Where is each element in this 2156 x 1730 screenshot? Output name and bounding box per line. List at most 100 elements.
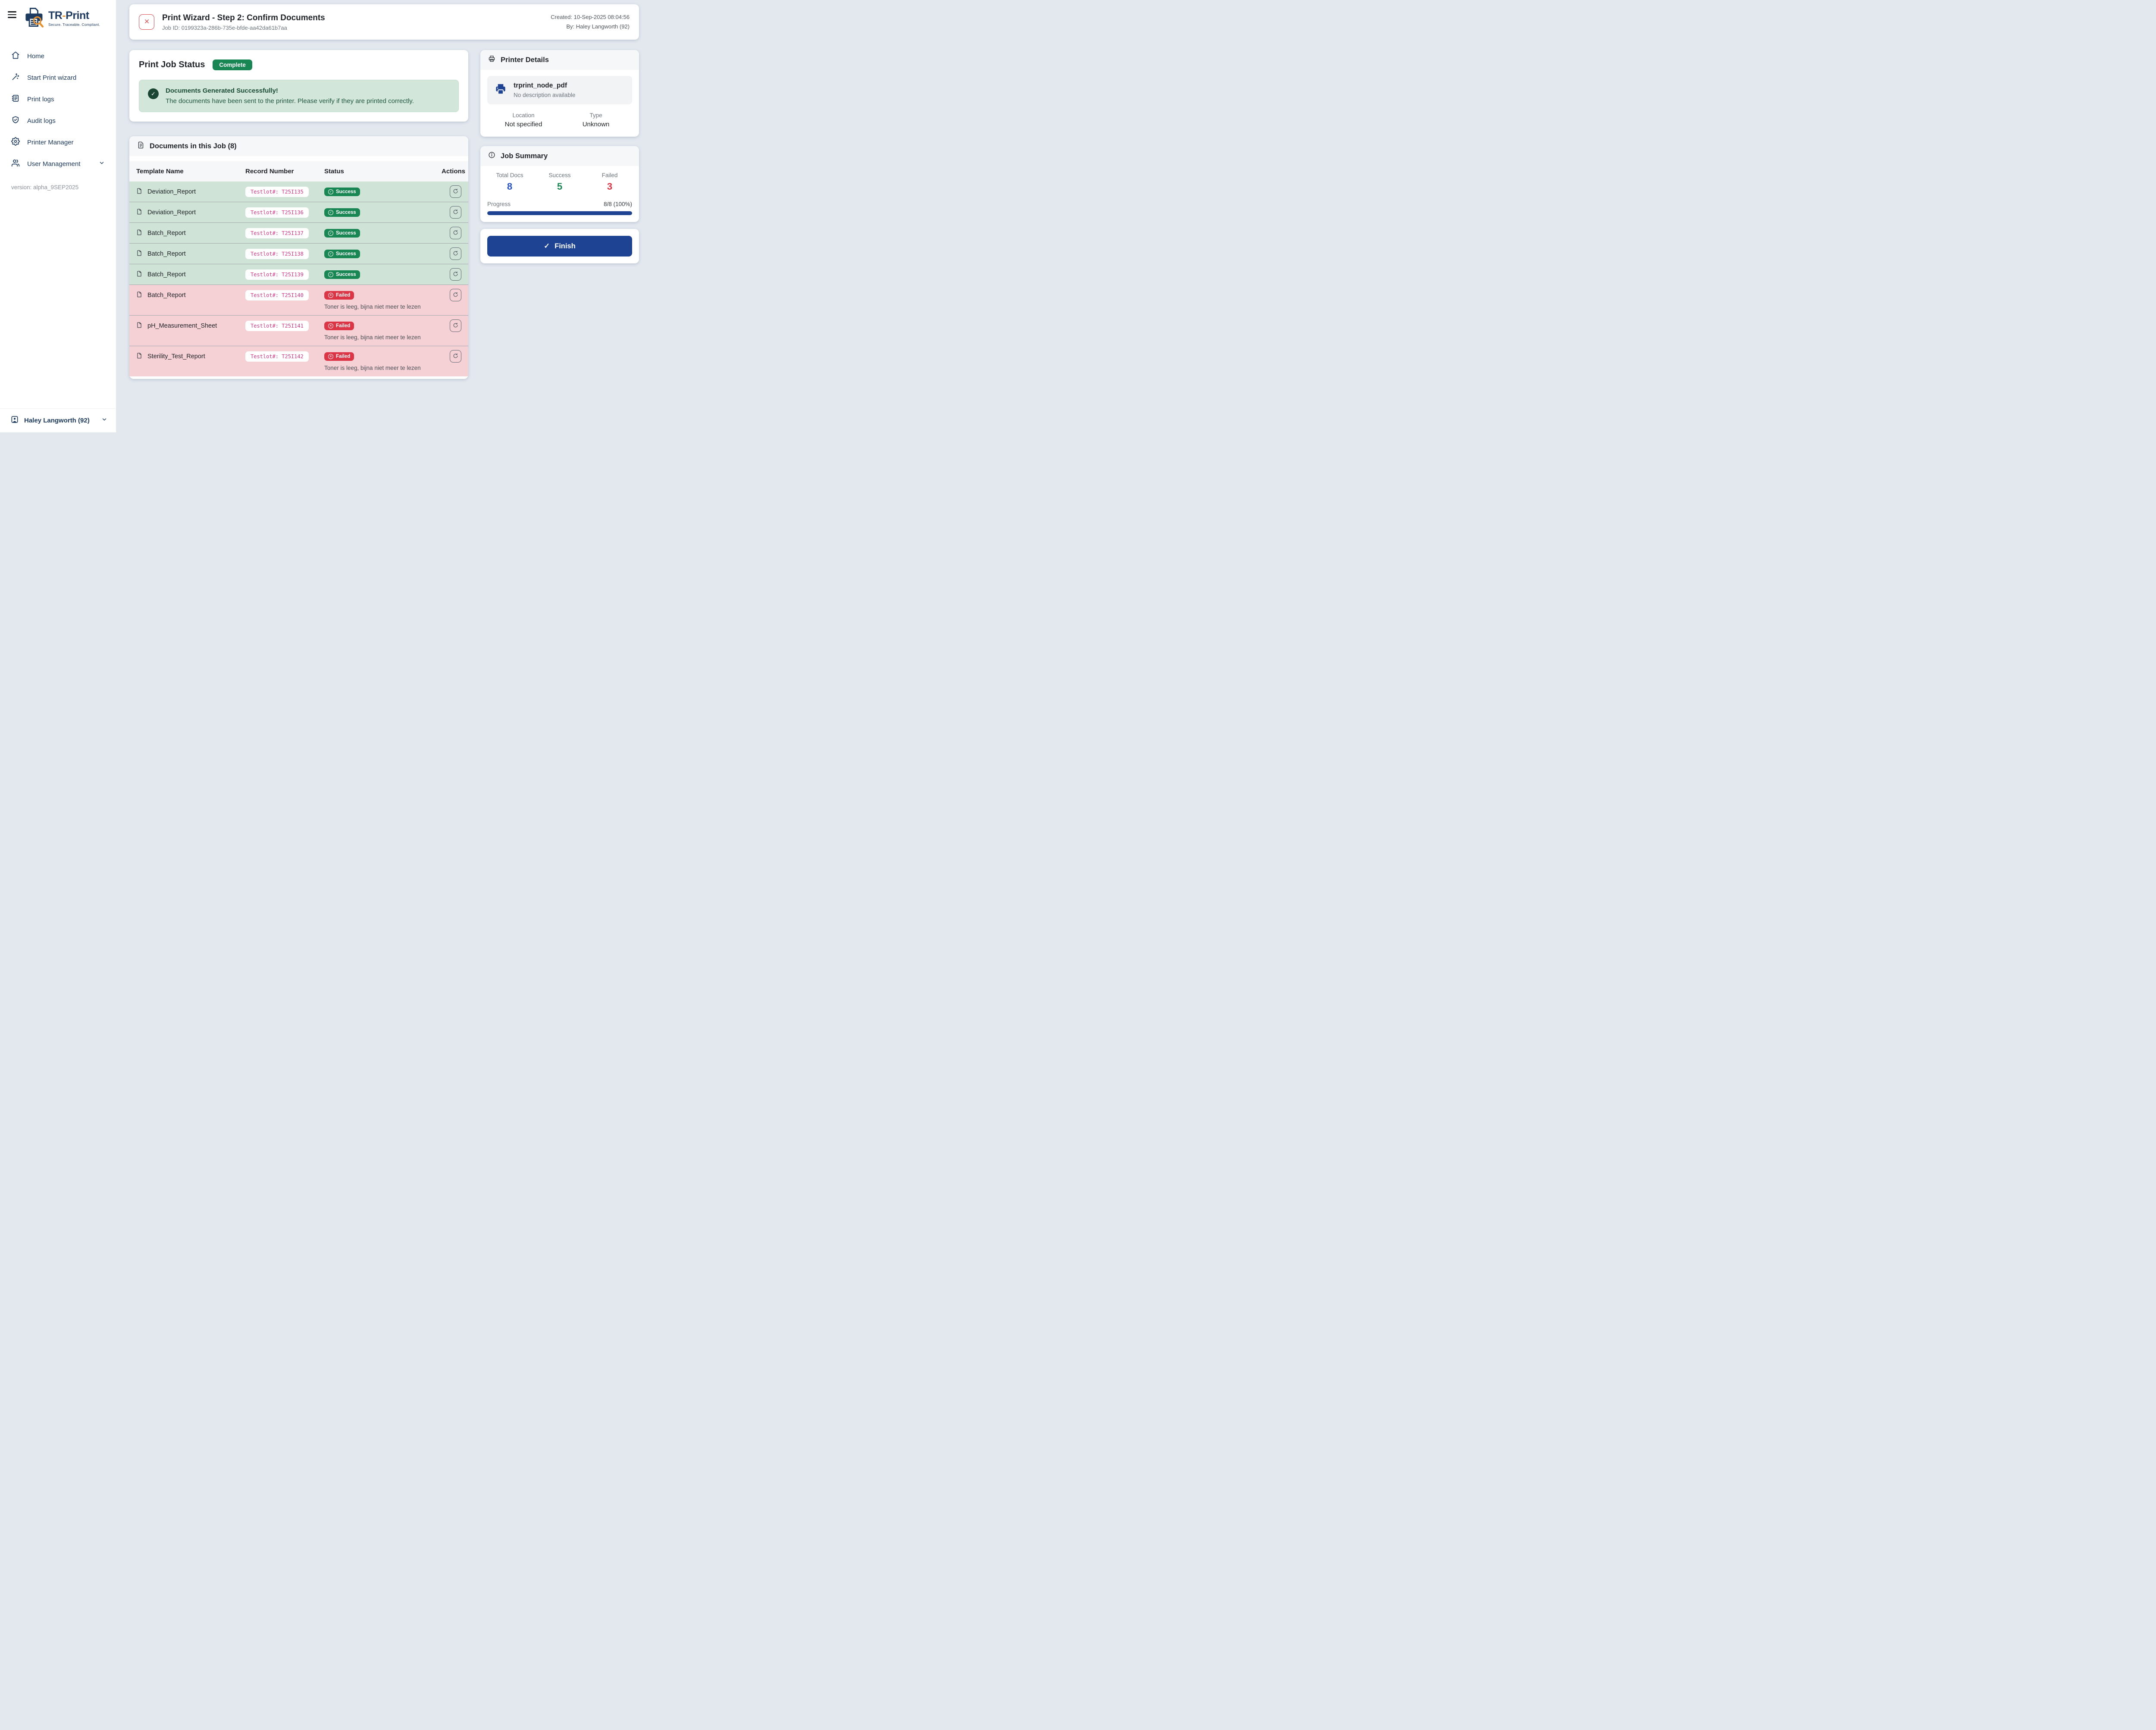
- actions-cell: [442, 289, 461, 301]
- progress-bar-fill: [487, 211, 632, 215]
- template-name-cell: Batch_Report: [136, 229, 245, 238]
- finish-button[interactable]: ✓ Finish: [487, 236, 632, 257]
- finish-card: ✓ Finish: [480, 229, 639, 263]
- version-label: version: alpha_9SEP2025: [0, 175, 116, 200]
- actions-cell: [442, 185, 461, 198]
- user-menu[interactable]: Haley Langworth (92): [0, 408, 116, 432]
- sidebar-item-label: Home: [27, 53, 44, 60]
- record-number-badge: Testlot#: T25I135: [245, 187, 309, 197]
- sidebar-item-print-logs[interactable]: Print logs: [0, 88, 116, 110]
- status-badge: ✕ Failed: [324, 322, 354, 330]
- hamburger-menu-icon[interactable]: [8, 9, 18, 20]
- shield-check-icon: [11, 116, 20, 126]
- column-header-record-number: Record Number: [245, 168, 324, 175]
- file-icon: [136, 208, 142, 217]
- retry-print-button[interactable]: [450, 289, 461, 301]
- template-name-cell: Batch_Report: [136, 250, 245, 258]
- refresh-icon: [453, 230, 458, 237]
- status-badge-icon: ✕: [328, 293, 333, 298]
- sidebar-item-user-management[interactable]: User Management: [0, 153, 116, 175]
- wizard-title-block: Print Wizard - Step 2: Confirm Documents…: [162, 13, 325, 31]
- info-icon: [488, 151, 495, 161]
- status-badge-complete: Complete: [213, 59, 252, 70]
- status-badge-label: Success: [336, 189, 356, 194]
- template-name-cell: pH_Measurement_Sheet: [136, 322, 245, 330]
- printer-attributes: Location Not specified Type Unknown: [480, 107, 639, 135]
- actions-cell: [442, 227, 461, 239]
- document-icon: [137, 141, 144, 151]
- retry-print-button[interactable]: [450, 268, 461, 281]
- stat-success: Success 5: [535, 172, 585, 192]
- table-row: pH_Measurement_Sheet Testlot#: T25I141 ✕…: [129, 315, 468, 346]
- refresh-icon: [453, 188, 458, 195]
- printer-details-title: Printer Details: [501, 56, 549, 64]
- table-row: Sterility_Test_Report Testlot#: T25I142 …: [129, 346, 468, 376]
- sidebar-item-start-print-wizard[interactable]: Start Print wizard: [0, 67, 116, 88]
- actions-cell: [442, 319, 461, 332]
- actions-cell: [442, 247, 461, 260]
- sidebar-item-label: Audit logs: [27, 117, 56, 125]
- success-value: 5: [535, 181, 585, 192]
- template-name: Batch_Report: [147, 250, 186, 257]
- job-meta: Created: 10-Sep-2025 08:04:56 By: Haley …: [551, 13, 630, 31]
- total-docs-value: 8: [485, 181, 535, 192]
- template-name-cell: Deviation_Report: [136, 188, 245, 196]
- retry-print-button[interactable]: [450, 185, 461, 198]
- retry-print-button[interactable]: [450, 227, 461, 239]
- actions-cell: [442, 268, 461, 281]
- record-number-badge: Testlot#: T25I137: [245, 228, 309, 238]
- location-value: Not specified: [487, 121, 560, 128]
- printer-type: Type Unknown: [560, 112, 632, 128]
- status-badge: ✓ Success: [324, 270, 360, 279]
- retry-print-button[interactable]: [450, 350, 461, 363]
- sidebar-item-home[interactable]: Home: [0, 45, 116, 67]
- file-icon: [136, 270, 142, 279]
- sidebar-item-printer-manager[interactable]: Printer Manager: [0, 131, 116, 153]
- job-summary-card: Job Summary Total Docs 8 Success 5 Faile…: [480, 146, 639, 222]
- failed-value: 3: [585, 181, 635, 192]
- record-number-badge: Testlot#: T25I136: [245, 207, 309, 218]
- type-label: Type: [560, 112, 632, 119]
- status-cell: ✓ Success: [324, 187, 442, 196]
- retry-print-button[interactable]: [450, 319, 461, 332]
- printer-location: Location Not specified: [487, 112, 560, 128]
- table-header: Template Name Record Number Status Actio…: [129, 161, 468, 181]
- sidebar-nav: Home Start Print wizard Print logs Audit…: [0, 45, 116, 175]
- close-wizard-button[interactable]: [139, 14, 154, 30]
- record-number-cell: Testlot#: T25I142: [245, 351, 324, 362]
- retry-print-button[interactable]: [450, 206, 461, 219]
- actions-cell: [442, 350, 461, 363]
- record-number-cell: Testlot#: T25I137: [245, 228, 324, 238]
- job-stats: Total Docs 8 Success 5 Failed 3: [480, 166, 639, 196]
- template-name-cell: Batch_Report: [136, 291, 245, 300]
- refresh-icon: [453, 292, 458, 299]
- stat-label: Total Docs: [485, 172, 535, 178]
- table-row: Batch_Report Testlot#: T25I139 ✓ Success: [129, 264, 468, 285]
- table-row: Batch_Report Testlot#: T25I137 ✓ Success: [129, 222, 468, 243]
- file-icon: [136, 291, 142, 300]
- check-circle-icon: ✓: [148, 88, 159, 99]
- template-name: Deviation_Report: [147, 188, 196, 195]
- sidebar: TR-Print Secure. Traceable. Compliant. H…: [0, 0, 116, 432]
- sidebar-item-audit-logs[interactable]: Audit logs: [0, 110, 116, 131]
- printer-icon: [488, 55, 495, 65]
- job-id: Job ID: 0199323a-286b-735e-bfde-aa42da61…: [162, 25, 325, 31]
- user-avatar-icon: [10, 415, 19, 425]
- documents-card: Documents in this Job (8) Template Name …: [129, 136, 468, 379]
- row-error: Toner is leeg, bijna niet meer te lezen: [324, 333, 461, 342]
- record-number-cell: Testlot#: T25I135: [245, 187, 324, 197]
- table-row: Deviation_Report Testlot#: T25I135 ✓ Suc…: [129, 181, 468, 202]
- alert-message: The documents have been sent to the prin…: [166, 97, 414, 105]
- template-name: Deviation_Report: [147, 209, 196, 216]
- status-badge-icon: ✓: [328, 231, 333, 236]
- record-number-badge: Testlot#: T25I142: [245, 351, 309, 362]
- sidebar-item-label: Print logs: [27, 96, 54, 103]
- status-badge: ✕ Failed: [324, 352, 354, 361]
- retry-print-button[interactable]: [450, 247, 461, 260]
- printer-blue-icon: [494, 83, 507, 98]
- status-badge: ✕ Failed: [324, 291, 354, 300]
- divider: [129, 156, 468, 161]
- record-number-cell: Testlot#: T25I140: [245, 290, 324, 300]
- column-header-actions: Actions: [442, 168, 461, 175]
- progress-label: Progress: [487, 201, 511, 207]
